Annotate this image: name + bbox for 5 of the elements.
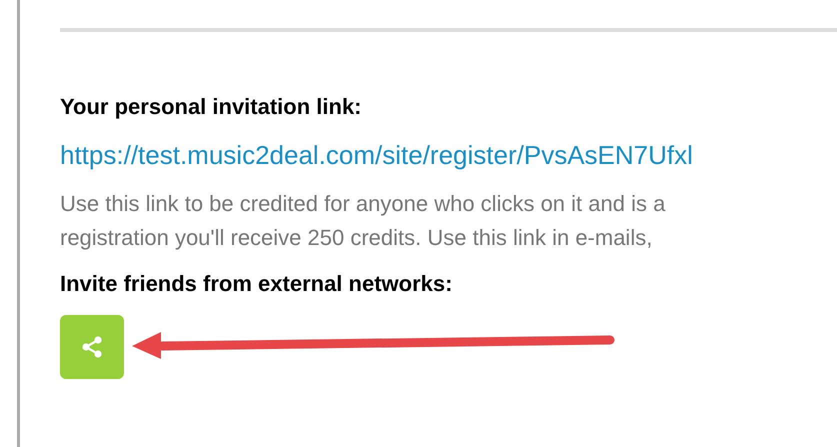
section-heading: Invite friends from external networks:: [60, 271, 454, 297]
invitation-link[interactable]: https://test.music2deal.com/site/register/PvsAsEN7Ufxl: [60, 140, 693, 171]
description-text: Use this link to be credited for anyone who clicks on it and is a registration you'll receive 250 credits. Use this link in e-mails,: [60, 190, 666, 252]
share-button[interactable]: [60, 315, 124, 379]
section-heading: Your personal invitation link:: [60, 94, 363, 120]
